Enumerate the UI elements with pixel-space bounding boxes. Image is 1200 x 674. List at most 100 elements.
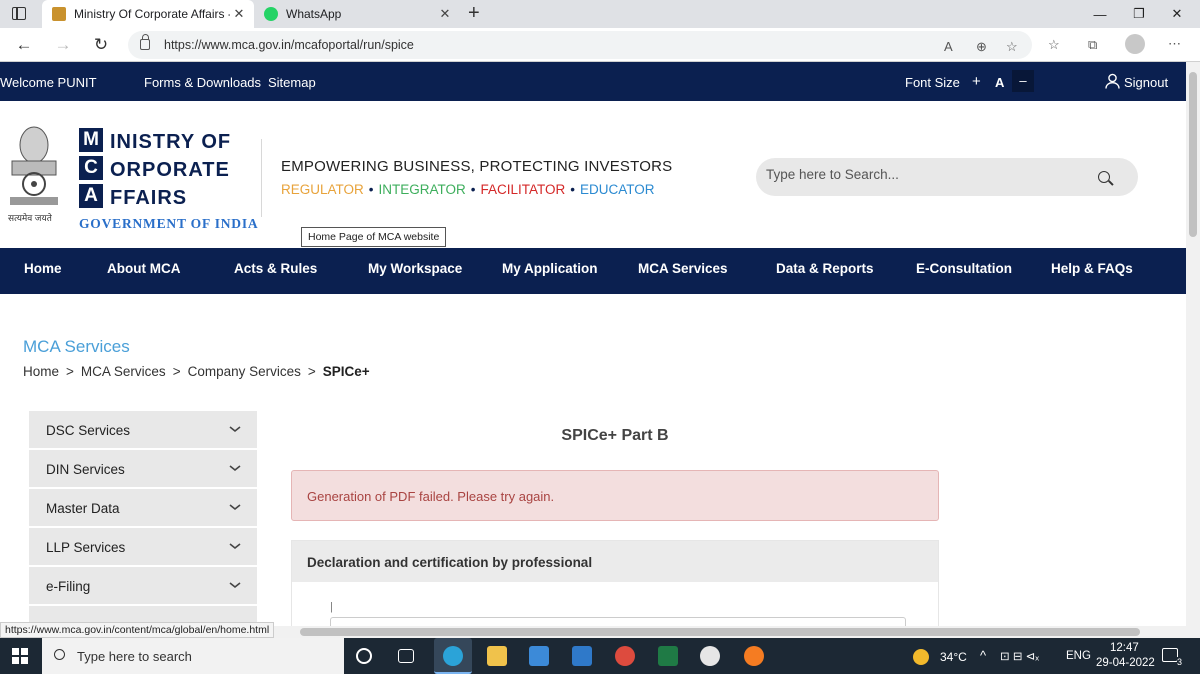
logo-word: ORPORATE [110, 159, 230, 181]
excel-icon[interactable] [658, 646, 678, 666]
sidebar-item-din-services[interactable]: DIN Services [29, 450, 257, 488]
close-tab-icon[interactable]: ✕ [436, 6, 454, 22]
nav-data-reports[interactable]: Data & Reports [776, 261, 874, 276]
edge-taskbar-button[interactable] [434, 638, 472, 674]
nav-help-faqs[interactable]: Help & FAQs [1051, 261, 1133, 276]
favorites-icon[interactable]: ☆ [1048, 37, 1060, 53]
role-educator: EDUCATOR [580, 182, 655, 197]
forms-downloads-link[interactable]: Forms & Downloads [144, 75, 261, 90]
tab-whatsapp[interactable]: WhatsApp ✕ [254, 0, 460, 28]
close-window-icon[interactable]: ✕ [1154, 0, 1200, 28]
main-navigation: Home About MCA Acts & Rules My Workspace… [0, 248, 1186, 294]
cortana-icon[interactable] [356, 648, 372, 664]
temperature[interactable]: 34°C [940, 650, 967, 664]
sidebar-item-label: DIN Services [46, 462, 125, 477]
sitemap-link[interactable]: Sitemap [268, 75, 316, 90]
nav-e-consultation[interactable]: E-Consultation [916, 261, 1012, 276]
read-aloud-icon[interactable]: A [944, 39, 953, 54]
tray-icons[interactable]: ⊡ ⊟ ⊲ₓ [1000, 649, 1039, 663]
language-indicator[interactable]: ENG [1066, 650, 1091, 662]
page-title: SPICe+ Part B [561, 427, 669, 444]
app-icon[interactable] [700, 646, 720, 666]
chevron-down-icon [229, 426, 241, 433]
clock-date[interactable]: 29-04-2022 [1096, 657, 1155, 669]
sidebar-item-e-filing[interactable]: e-Filing [29, 567, 257, 605]
mca-favicon-icon [52, 7, 66, 21]
search-input[interactable] [766, 167, 1086, 182]
tagline: EMPOWERING BUSINESS, PROTECTING INVESTOR… [281, 158, 673, 175]
role-regulator: REGULATOR [281, 182, 364, 197]
notification-icon[interactable]: 3 [1162, 648, 1182, 667]
tab-title: WhatsApp [286, 7, 342, 21]
font-decrease-button[interactable]: – [1012, 70, 1034, 92]
edge-icon [443, 646, 463, 666]
error-alert: Generation of PDF failed. Please try aga… [291, 470, 939, 521]
sidebar-item-label: LLP Services [46, 540, 126, 555]
font-increase-button[interactable]: + [972, 73, 981, 90]
sidebar-item-llp-services[interactable]: LLP Services [29, 528, 257, 566]
logo-word: INISTRY OF [110, 131, 232, 153]
collections-icon[interactable]: ⧉ [1088, 37, 1097, 53]
lock-icon[interactable] [140, 34, 150, 50]
chevron-down-icon [229, 582, 241, 589]
url-text: https://www.mca.gov.in/mcafoportal/run/s… [164, 38, 414, 52]
forward-icon[interactable]: → [50, 32, 76, 58]
file-explorer-icon[interactable] [487, 646, 507, 666]
taskbar-search[interactable]: Type here to search [42, 638, 344, 674]
panel-title: Declaration and certification by profess… [307, 555, 593, 570]
panel-header: Declaration and certification by profess… [292, 541, 938, 582]
nav-my-application[interactable]: My Application [502, 261, 598, 276]
breadcrumb-mca-services[interactable]: MCA Services [81, 364, 166, 379]
close-tab-icon[interactable]: ✕ [230, 6, 248, 22]
scroll-thumb[interactable] [1189, 72, 1197, 237]
sidebar-item-label: Master Data [46, 501, 120, 516]
tray-chevron-icon[interactable]: ^ [980, 648, 986, 663]
search-icon[interactable] [1098, 171, 1110, 183]
site-search [756, 158, 1138, 196]
nav-my-workspace[interactable]: My Workspace [368, 261, 462, 276]
nav-acts-rules[interactable]: Acts & Rules [234, 261, 317, 276]
header-divider [261, 139, 262, 217]
logo-letter: C [79, 156, 103, 180]
windows-start-icon[interactable] [12, 648, 28, 664]
favorite-add-icon[interactable]: ☆ [1006, 39, 1018, 55]
logo-letter: A [79, 184, 103, 208]
mca-logo[interactable]: M C A [79, 128, 103, 212]
weather-icon[interactable] [913, 649, 929, 665]
signout-link[interactable]: Signout [1124, 75, 1168, 90]
scroll-thumb[interactable] [300, 628, 1140, 636]
more-menu-icon[interactable]: ⋯ [1168, 36, 1181, 52]
tab-mca[interactable]: Ministry Of Corporate Affairs - M ✕ [42, 0, 254, 28]
back-icon[interactable]: ← [11, 32, 37, 58]
vertical-scrollbar[interactable] [1186, 62, 1200, 638]
firefox-icon[interactable] [744, 646, 764, 666]
clock-time[interactable]: 12:47 [1110, 642, 1139, 654]
breadcrumb-current: SPICe+ [322, 364, 370, 379]
notification-count: 3 [1176, 657, 1182, 667]
store-icon[interactable] [529, 646, 549, 666]
address-bar[interactable]: https://www.mca.gov.in/mcafoportal/run/s… [128, 31, 1032, 59]
task-view-icon[interactable] [398, 649, 414, 663]
logo-text: INISTRY OF ORPORATE FFAIRS [110, 128, 231, 212]
nav-home[interactable]: Home [24, 261, 62, 276]
nav-about-mca[interactable]: About MCA [107, 261, 180, 276]
refresh-icon[interactable]: ↻ [88, 32, 114, 58]
role-facilitator: FACILITATOR [480, 182, 566, 197]
breadcrumb-home[interactable]: Home [23, 364, 59, 379]
font-reset-button[interactable]: A [995, 75, 1004, 90]
welcome-text: Welcome PUNIT [0, 75, 97, 90]
nav-mca-services[interactable]: MCA Services [638, 261, 728, 276]
sidebar-item-master-data[interactable]: Master Data [29, 489, 257, 527]
tab-actions-icon[interactable] [12, 7, 26, 20]
browser-toolbar: ← → ↻ https://www.mca.gov.in/mcafoportal… [0, 28, 1200, 62]
national-emblem-logo[interactable]: सत्यमेव जयते [4, 123, 64, 223]
sidebar-item-dsc-services[interactable]: DSC Services [29, 411, 257, 449]
mail-icon[interactable] [572, 646, 592, 666]
sidebar-item-label: DSC Services [46, 423, 131, 438]
profile-avatar[interactable] [1125, 34, 1145, 54]
chrome-icon[interactable] [615, 646, 635, 666]
site-top-bar: Welcome PUNIT Forms & Downloads Sitemap … [0, 62, 1186, 101]
zoom-icon[interactable]: ⊕ [976, 39, 987, 55]
breadcrumb-company-services[interactable]: Company Services [188, 364, 301, 379]
new-tab-icon[interactable]: + [468, 2, 480, 25]
